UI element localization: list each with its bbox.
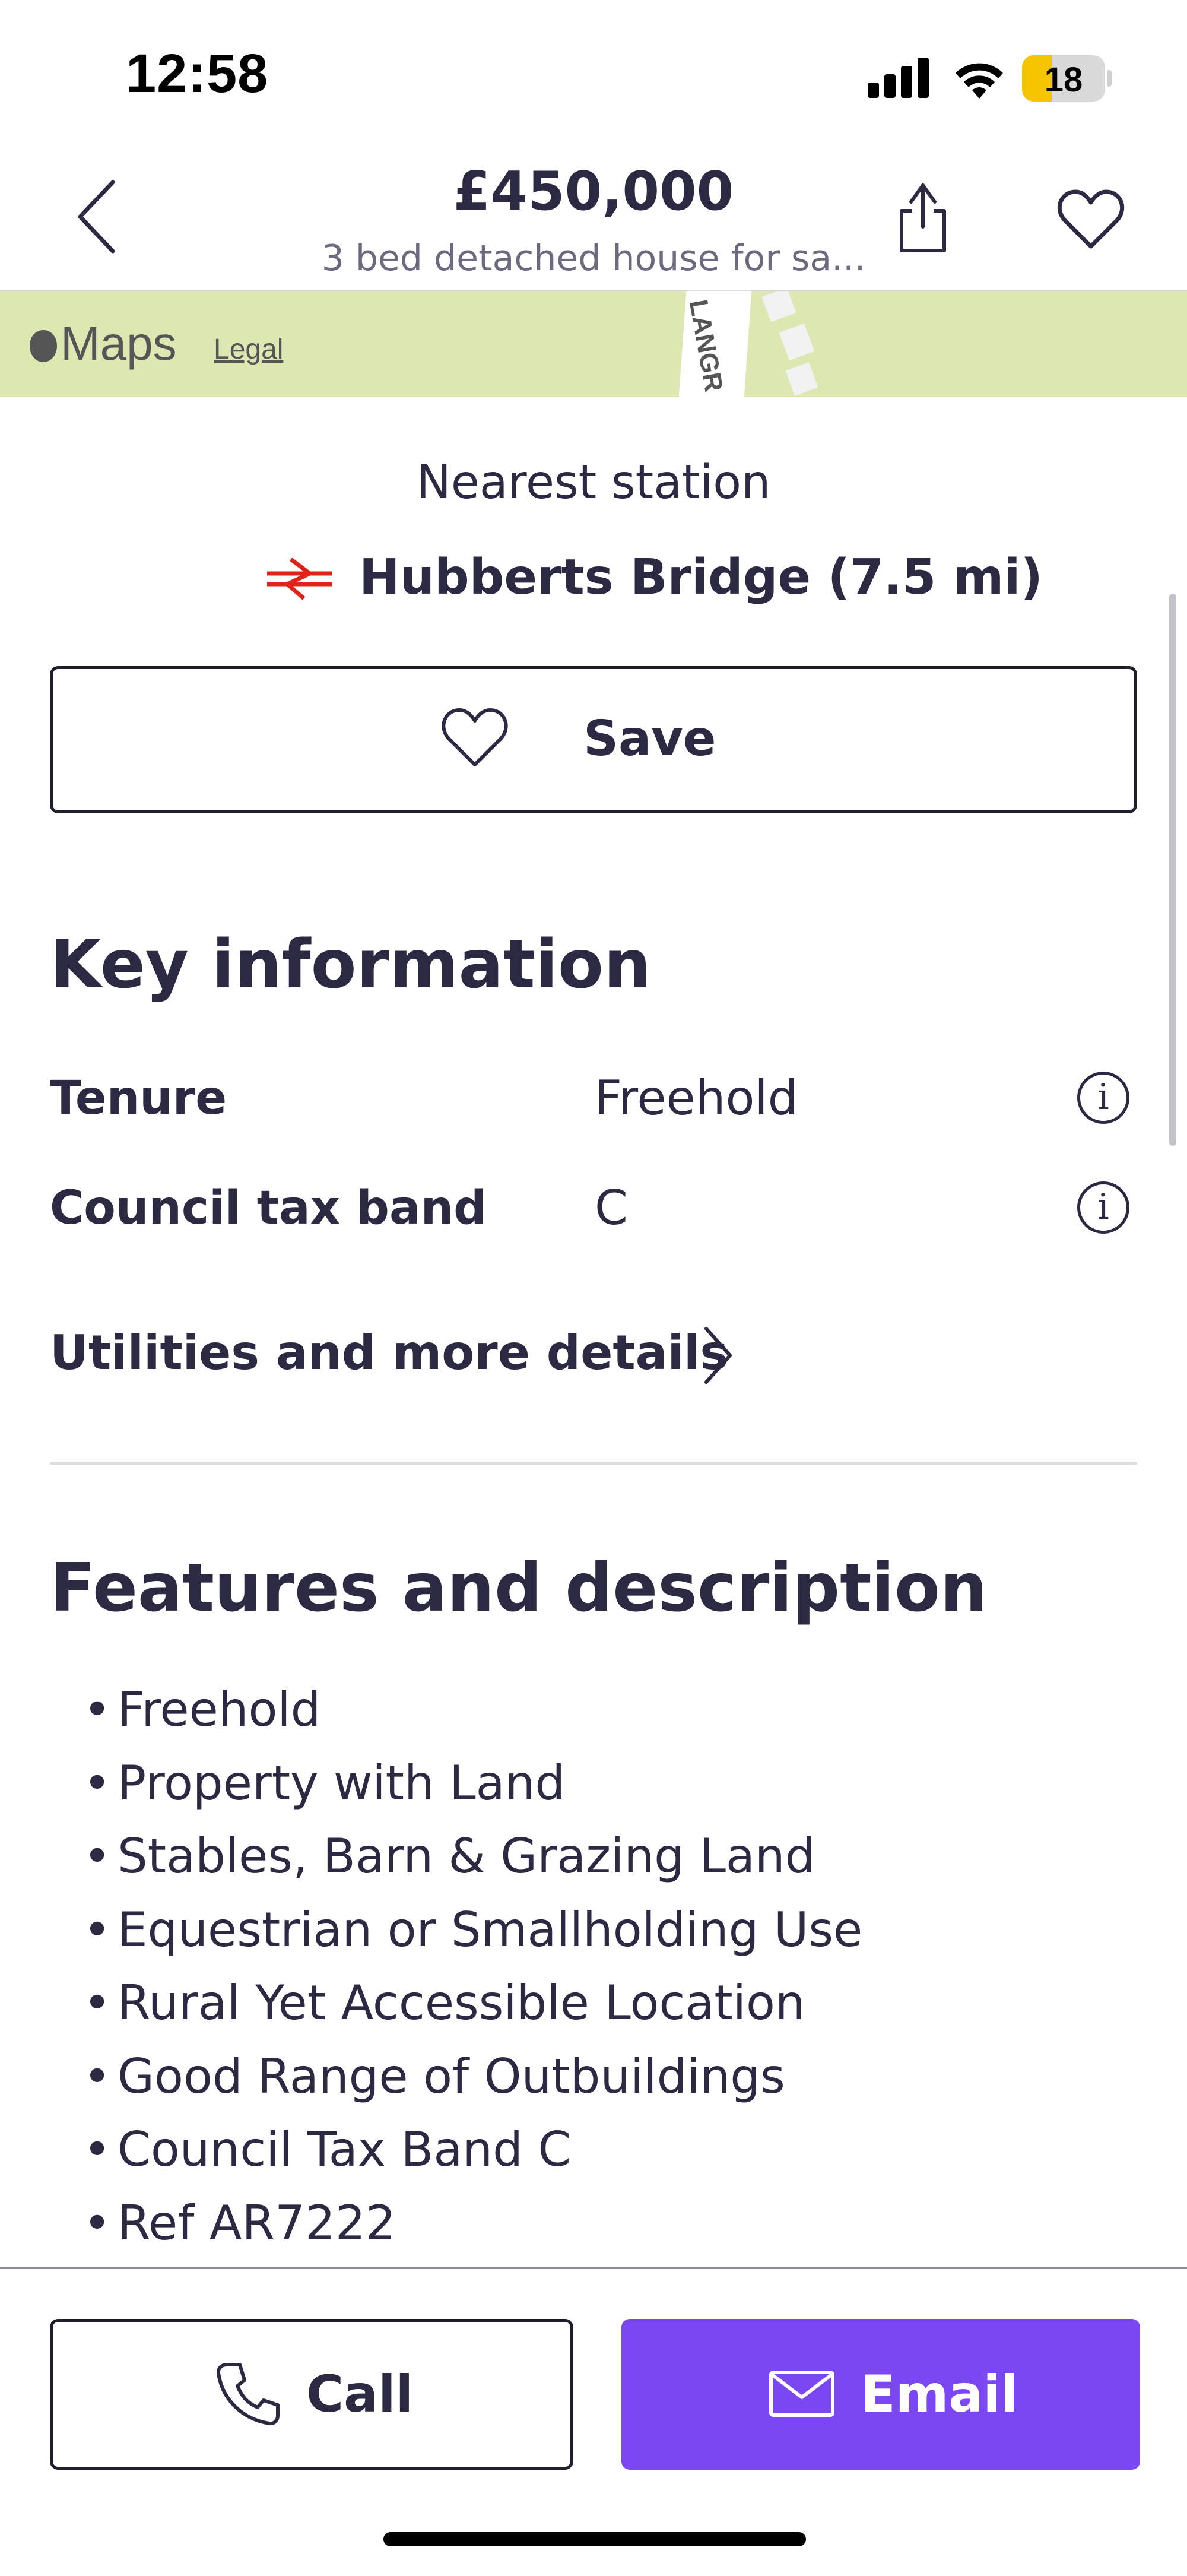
listing-subtitle: 3 bed detached house for sa... bbox=[321, 237, 866, 279]
council-tax-label: Council tax band bbox=[50, 1181, 487, 1235]
section-divider bbox=[50, 1462, 1137, 1465]
tenure-label: Tenure bbox=[50, 1072, 227, 1125]
key-information-heading: Key information bbox=[50, 926, 651, 1003]
national-rail-icon bbox=[267, 558, 332, 600]
back-chevron-icon[interactable] bbox=[65, 175, 131, 258]
feature-item: • Council Tax Band C bbox=[83, 2122, 572, 2177]
home-indicator[interactable] bbox=[383, 2532, 806, 2546]
cellular-signal-icon bbox=[868, 56, 930, 98]
map-building bbox=[761, 291, 796, 322]
battery-cap bbox=[1107, 70, 1112, 87]
apple-logo-icon bbox=[30, 330, 57, 362]
scroll-indicator bbox=[1169, 594, 1176, 1146]
utilities-details-link[interactable]: Utilities and more details bbox=[50, 1325, 728, 1380]
maps-provider-label: Maps bbox=[61, 317, 177, 370]
map-building bbox=[785, 362, 818, 396]
share-icon[interactable] bbox=[893, 178, 953, 255]
feature-item: • Rural Yet Accessible Location bbox=[83, 1975, 805, 2030]
battery-icon: 18 bbox=[1022, 55, 1105, 102]
maps-logo: Maps bbox=[30, 316, 177, 371]
chevron-right-icon bbox=[704, 1327, 732, 1384]
email-button-label: Email bbox=[861, 2365, 1018, 2424]
nearest-station-name: Hubberts Bridge (7.5 mi) bbox=[359, 549, 1043, 606]
call-button-label: Call bbox=[306, 2365, 414, 2424]
map-building bbox=[779, 323, 815, 361]
heart-icon bbox=[442, 708, 508, 766]
tenure-info-icon[interactable]: i bbox=[1077, 1072, 1129, 1124]
tenure-value: Freehold bbox=[595, 1070, 798, 1126]
save-button-label: Save bbox=[583, 711, 716, 767]
council-tax-info-icon[interactable]: i bbox=[1077, 1181, 1129, 1234]
wifi-icon bbox=[956, 63, 1003, 99]
map-legal-link[interactable]: Legal bbox=[214, 333, 283, 366]
feature-item: • Property with Land bbox=[83, 1755, 566, 1811]
features-list: • Freehold • Property with Land • Stables, … bbox=[83, 1680, 862, 2267]
feature-item: • Good Range of Outbuildings bbox=[83, 2048, 785, 2104]
nearest-station-heading: Nearest station bbox=[416, 456, 771, 509]
battery-level: 18 bbox=[1044, 61, 1083, 99]
map-preview[interactable]: LANGR Maps Legal bbox=[0, 291, 1187, 397]
feature-item: • Ref AR7222 bbox=[83, 2195, 396, 2251]
favourite-heart-icon[interactable] bbox=[1055, 187, 1126, 252]
feature-item: • Stables, Barn & Grazing Land bbox=[83, 1829, 815, 1884]
features-heading: Features and description bbox=[50, 1550, 988, 1627]
listing-price: £450,000 bbox=[453, 160, 734, 223]
envelope-icon bbox=[769, 2371, 834, 2417]
feature-item: • Freehold bbox=[83, 1682, 321, 1737]
feature-item: • Equestrian or Smallholding Use bbox=[83, 1902, 863, 1957]
phone-icon bbox=[216, 2363, 280, 2426]
status-time: 12:58 bbox=[126, 43, 269, 104]
council-tax-value: C bbox=[595, 1180, 628, 1235]
